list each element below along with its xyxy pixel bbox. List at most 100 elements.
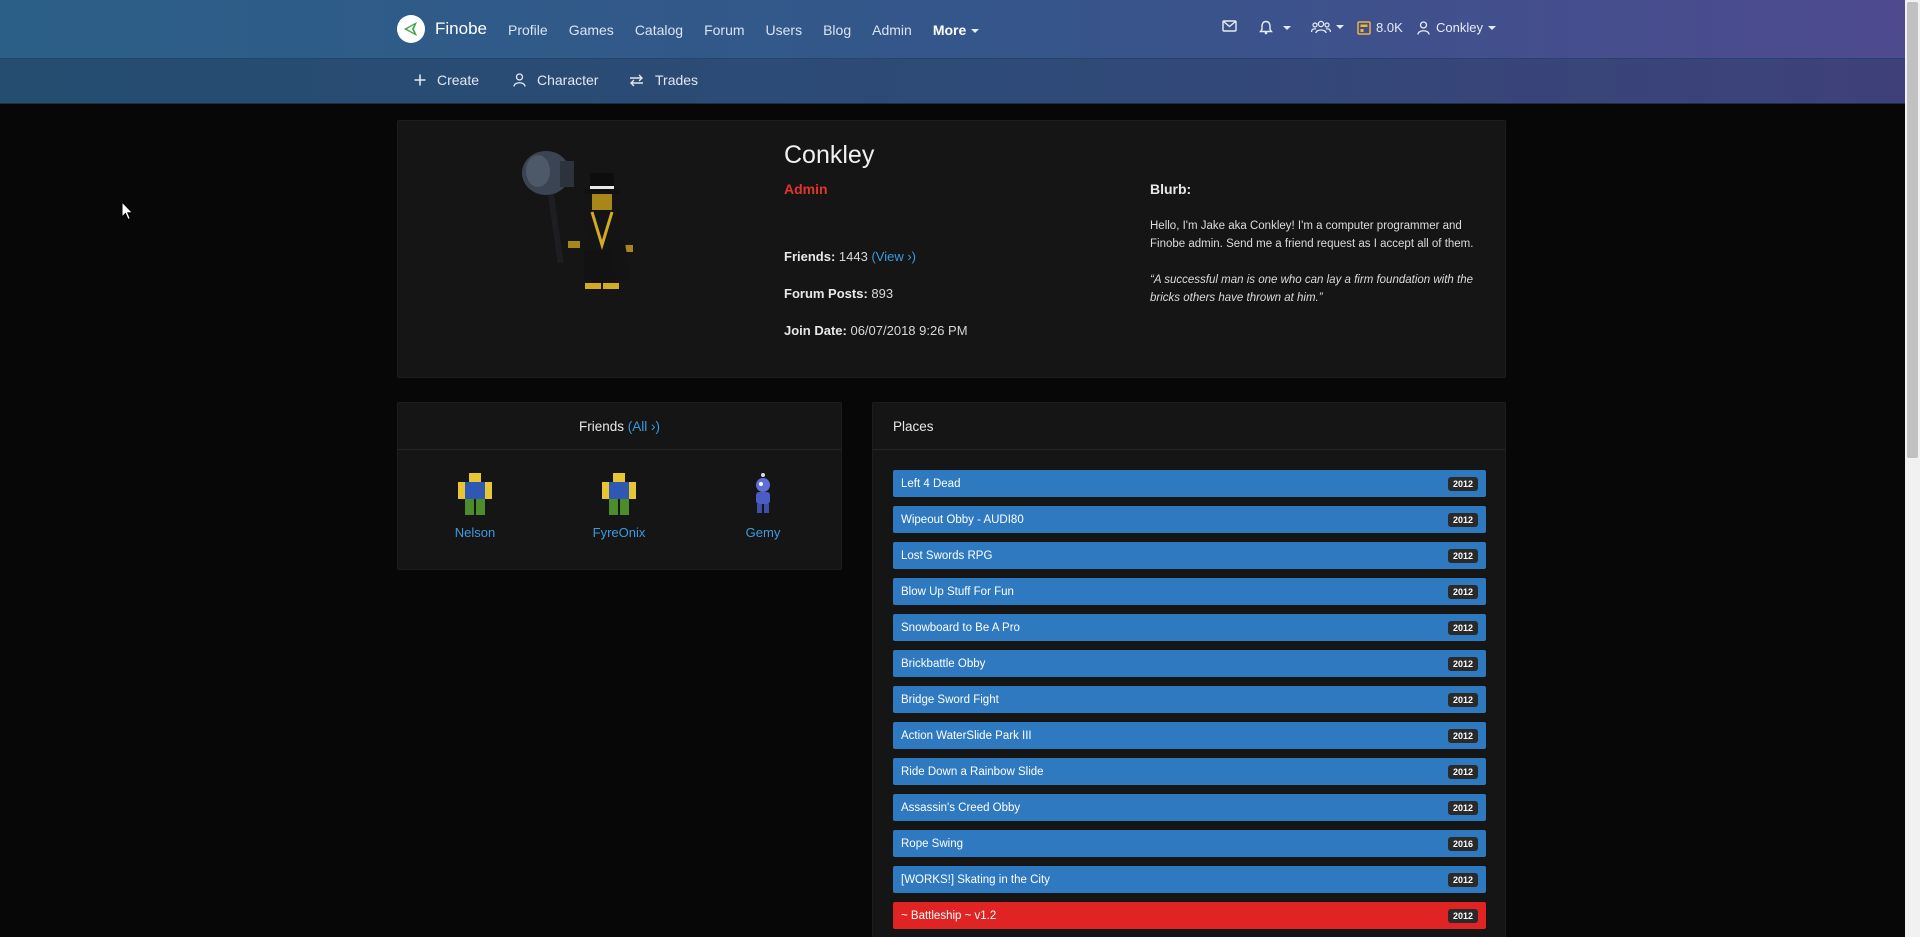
year-badge: 2016 bbox=[1447, 836, 1478, 851]
notifications-button[interactable] bbox=[1259, 20, 1291, 35]
nav-blog[interactable]: Blog bbox=[823, 22, 851, 38]
place-name: Assassin's Creed Obby bbox=[901, 801, 1021, 814]
subnav-character[interactable]: Character bbox=[513, 72, 598, 88]
brand[interactable]: Finobe bbox=[397, 15, 487, 43]
join-date-stat: Join Date: 06/07/2018 9:26 PM bbox=[784, 323, 968, 338]
place-name: [WORKS!] Skating in the City bbox=[901, 873, 1050, 886]
year-badge: 2012 bbox=[1447, 656, 1478, 671]
friend-card-nelson[interactable]: Nelson bbox=[425, 471, 525, 540]
friends-header: Friends (All ›) bbox=[398, 403, 841, 450]
groups-button[interactable] bbox=[1311, 20, 1344, 34]
place-name: Rope Swing bbox=[901, 837, 964, 850]
chevron-down-icon bbox=[1336, 25, 1344, 29]
exchange-icon bbox=[630, 74, 643, 86]
place-name: ~ Battleship ~ v1.2 bbox=[901, 909, 997, 922]
blurb-quote: “A successful man is one who can lay a f… bbox=[1150, 274, 1474, 304]
subnav-create-label: Create bbox=[437, 72, 480, 88]
year-badge: 2012 bbox=[1447, 620, 1478, 635]
place-item[interactable]: Snowboard to Be A Pro 2012 bbox=[893, 614, 1486, 641]
sub-navbar bbox=[0, 59, 1905, 104]
places-panel: Places Left 4 Dead 2012 Wipeout Obby - AU… bbox=[872, 402, 1506, 937]
finobe-logo-icon bbox=[397, 15, 425, 43]
friend-card-gemy[interactable]: Gemy bbox=[713, 471, 813, 540]
nav-users[interactable]: Users bbox=[766, 22, 803, 38]
plus-icon bbox=[414, 74, 426, 86]
year-badge: 2012 bbox=[1447, 512, 1478, 527]
nav-more-dropdown[interactable]: More bbox=[932, 21, 980, 38]
main-nav: Profile Games Catalog Forum Users Blog A… bbox=[508, 0, 1000, 59]
place-item[interactable]: Bridge Sword Fight 2012 bbox=[893, 686, 1486, 713]
friend-avatar bbox=[602, 473, 636, 515]
place-name: Wipeout Obby - AUDI80 bbox=[901, 513, 1024, 526]
friends-count: 1443 bbox=[838, 249, 868, 264]
currency-button[interactable]: 8.0K bbox=[1357, 20, 1403, 35]
subnav-trades[interactable]: Trades bbox=[629, 72, 698, 88]
year-badge: 2012 bbox=[1447, 548, 1478, 563]
year-badge: 2012 bbox=[1447, 800, 1478, 815]
place-item[interactable]: Brickbattle Obby 2012 bbox=[893, 650, 1486, 677]
friend-avatar bbox=[458, 473, 492, 515]
place-item[interactable]: Action WaterSlide Park III 2012 bbox=[893, 722, 1486, 749]
user-icon bbox=[513, 73, 526, 87]
nav-admin[interactable]: Admin bbox=[872, 22, 912, 38]
friends-stat-label: Friends: bbox=[784, 249, 836, 264]
all-friends-link[interactable]: (All ›) bbox=[628, 419, 660, 434]
nav-forum[interactable]: Forum bbox=[704, 22, 744, 38]
year-badge: 2012 bbox=[1447, 584, 1478, 599]
place-name: Lost Swords RPG bbox=[901, 549, 993, 562]
place-item[interactable]: Ride Down a Rainbow Slide 2012 bbox=[893, 758, 1486, 785]
nav-games[interactable]: Games bbox=[569, 22, 614, 38]
subnav-trades-label: Trades bbox=[655, 72, 699, 88]
brand-name: Finobe bbox=[435, 19, 487, 38]
view-friends-link[interactable]: (View ›) bbox=[871, 249, 916, 264]
chevron-down-icon bbox=[1487, 25, 1496, 30]
nav-catalog[interactable]: Catalog bbox=[635, 22, 683, 38]
blurb-text: Hello, I'm Jake aka Conkley! I'm a compu… bbox=[1150, 220, 1474, 250]
envelope-icon bbox=[1222, 20, 1237, 32]
page-scrollbar[interactable] bbox=[1905, 0, 1920, 937]
place-item[interactable]: Wipeout Obby - AUDI80 2012 bbox=[893, 506, 1486, 533]
profile-card: Conkley Admin Friends: 1443 (View ›) For… bbox=[397, 120, 1506, 378]
users-icon bbox=[1311, 20, 1331, 34]
place-item[interactable]: [WORKS!] Skating in the City 2012 bbox=[893, 866, 1486, 893]
forum-posts-count: 893 bbox=[871, 286, 894, 301]
place-item[interactable]: Lost Swords RPG 2012 bbox=[893, 542, 1486, 569]
year-badge: 2012 bbox=[1447, 872, 1478, 887]
places-title: Places bbox=[893, 418, 934, 434]
place-item[interactable]: Rope Swing 2016 bbox=[893, 830, 1486, 857]
blurb-title: Blurb: bbox=[1150, 181, 1192, 197]
avatar bbox=[508, 145, 658, 300]
messages-button[interactable] bbox=[1222, 20, 1237, 32]
places-header: Places bbox=[873, 403, 1505, 450]
join-date-value: 06/07/2018 9:26 PM bbox=[850, 323, 968, 338]
friend-name: Gemy bbox=[745, 525, 781, 540]
year-badge: 2012 bbox=[1447, 692, 1478, 707]
scrollbar-thumb[interactable] bbox=[1907, 2, 1918, 458]
friend-card-fyreonix[interactable]: FyreOnix bbox=[569, 471, 669, 540]
place-name: Snowboard to Be A Pro bbox=[901, 621, 1020, 634]
place-item[interactable]: Left 4 Dead 2012 bbox=[893, 470, 1486, 497]
currency-amount: 8.0K bbox=[1376, 20, 1403, 35]
year-badge: 2012 bbox=[1447, 728, 1478, 743]
mouse-cursor-icon bbox=[121, 201, 134, 221]
subnav-create[interactable]: Create bbox=[414, 72, 479, 88]
nav-more-label: More bbox=[932, 21, 967, 38]
place-name: Ride Down a Rainbow Slide bbox=[901, 765, 1044, 778]
nav-profile[interactable]: Profile bbox=[508, 22, 548, 38]
friend-name: FyreOnix bbox=[592, 525, 646, 540]
place-item[interactable]: Blow Up Stuff For Fun 2012 bbox=[893, 578, 1486, 605]
year-badge: 2012 bbox=[1447, 764, 1478, 779]
chevron-down-icon bbox=[971, 28, 980, 33]
place-item[interactable]: Assassin's Creed Obby 2012 bbox=[893, 794, 1486, 821]
place-name: Brickbattle Obby bbox=[901, 657, 986, 670]
friends-stat: Friends: 1443 (View ›) bbox=[784, 249, 916, 264]
friends-panel: Friends (All ›) Nelson FyreOnix Gemy bbox=[397, 402, 842, 570]
friend-name: Nelson bbox=[454, 525, 496, 540]
user-menu-dropdown[interactable]: Conkley bbox=[1417, 20, 1496, 35]
place-name: Bridge Sword Fight bbox=[901, 693, 999, 706]
subnav-character-label: Character bbox=[537, 72, 599, 88]
year-badge: 2012 bbox=[1447, 908, 1478, 923]
place-item-highlighted[interactable]: ~ Battleship ~ v1.2 2012 bbox=[893, 902, 1486, 929]
profile-username: Conkley bbox=[784, 141, 875, 169]
friend-avatar bbox=[756, 473, 770, 513]
